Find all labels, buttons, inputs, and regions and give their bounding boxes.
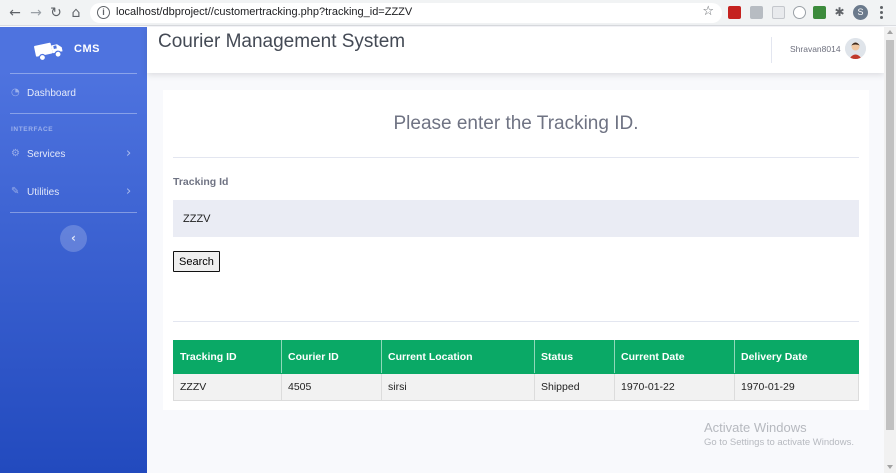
puzzle-icon[interactable]: ✱ (833, 6, 846, 19)
cell-current-location: sirsi (381, 373, 535, 401)
tracking-id-label: Tracking Id (173, 176, 229, 188)
sidebar-divider (10, 212, 137, 213)
sidebar-toggle-button[interactable]: ‹ (60, 225, 87, 252)
username[interactable]: Shravan8014 (790, 44, 841, 54)
page-title: Courier Management System (158, 31, 406, 52)
scrollbar-thumb[interactable] (886, 40, 894, 430)
search-button[interactable]: Search (173, 251, 220, 272)
sidebar-divider (10, 113, 137, 114)
chevron-right-icon: › (126, 184, 132, 199)
tracking-prompt: Please enter the Tracking ID. (393, 113, 639, 134)
info-icon[interactable]: i (97, 6, 110, 19)
extension-icon[interactable] (772, 6, 785, 19)
column-header-tracking-id: Tracking ID (173, 340, 282, 374)
column-header-status: Status (534, 340, 615, 374)
sidebar-divider (10, 73, 137, 74)
reload-icon[interactable]: ↻ (47, 4, 65, 22)
cell-courier-id: 4505 (281, 373, 382, 401)
sidebar-item-label: Dashboard (27, 88, 76, 99)
extension-icon[interactable] (793, 6, 806, 19)
scroll-up-icon[interactable] (887, 30, 893, 34)
dashboard-icon: ◔ (11, 87, 20, 98)
cell-tracking-id: ZZZV (173, 373, 282, 401)
browser-toolbar: ← → ↻ ⌂ i localhost/dbproject//customert… (0, 0, 896, 26)
sidebar: CMS ◔ Dashboard INTERFACE ⚙ Services › ✎… (0, 27, 147, 473)
sidebar-heading: INTERFACE (11, 126, 54, 133)
sidebar-item-label: Utilities (27, 187, 60, 198)
topbar: Courier Management System Shravan8014 (147, 27, 884, 73)
activation-watermark-title: Activate Windows (704, 420, 807, 435)
gear-icon: ⚙ (11, 148, 20, 159)
sidebar-item-utilities[interactable]: ✎ Utilities › (0, 181, 147, 205)
brand-name: CMS (74, 43, 100, 55)
card-divider (173, 321, 859, 322)
home-icon[interactable]: ⌂ (67, 4, 85, 22)
tracking-id-input[interactable] (173, 200, 859, 237)
column-header-current-location: Current Location (381, 340, 535, 374)
scroll-down-icon[interactable] (887, 465, 893, 469)
chevron-left-icon: ‹ (71, 231, 76, 245)
table-header-row: Tracking ID Courier ID Current Location … (173, 340, 859, 374)
sidebar-item-services[interactable]: ⚙ Services › (0, 143, 147, 167)
card-divider (173, 157, 859, 158)
tracking-card: Please enter the Tracking ID. Tracking I… (163, 90, 869, 410)
truck-icon (34, 42, 63, 61)
brand-link[interactable]: CMS (0, 27, 147, 73)
sidebar-item-dashboard[interactable]: ◔ Dashboard (0, 82, 147, 106)
cell-current-date: 1970-01-22 (614, 373, 735, 401)
column-header-current-date: Current Date (614, 340, 735, 374)
address-bar[interactable]: i localhost/dbproject//customertracking.… (90, 3, 722, 23)
back-icon[interactable]: ← (6, 4, 24, 22)
topbar-divider (771, 37, 772, 63)
wrench-icon: ✎ (11, 186, 20, 197)
tracking-results-table: Tracking ID Courier ID Current Location … (173, 340, 859, 401)
sidebar-item-label: Services (27, 149, 66, 160)
url-text[interactable]: localhost/dbproject//customertracking.ph… (116, 6, 412, 18)
profile-avatar[interactable]: S (853, 5, 868, 20)
chevron-right-icon: › (126, 146, 132, 161)
pdf-extension-icon[interactable] (728, 6, 741, 19)
table-row: ZZZV 4505 sirsi Shipped 1970-01-22 1970-… (173, 373, 859, 401)
user-avatar-icon (845, 38, 866, 59)
cell-status: Shipped (534, 373, 615, 401)
cell-delivery-date: 1970-01-29 (734, 373, 859, 401)
avatar[interactable] (845, 38, 866, 59)
column-header-delivery-date: Delivery Date (734, 340, 859, 374)
extension-icon[interactable] (813, 6, 826, 19)
kebab-menu-icon[interactable] (878, 4, 884, 22)
column-header-courier-id: Courier ID (281, 340, 382, 374)
activation-watermark-subtitle: Go to Settings to activate Windows. (704, 437, 854, 448)
star-icon[interactable]: ☆ (702, 4, 714, 19)
extension-icon[interactable] (750, 6, 763, 19)
forward-icon[interactable]: → (27, 4, 45, 22)
page-scrollbar[interactable] (884, 27, 896, 473)
